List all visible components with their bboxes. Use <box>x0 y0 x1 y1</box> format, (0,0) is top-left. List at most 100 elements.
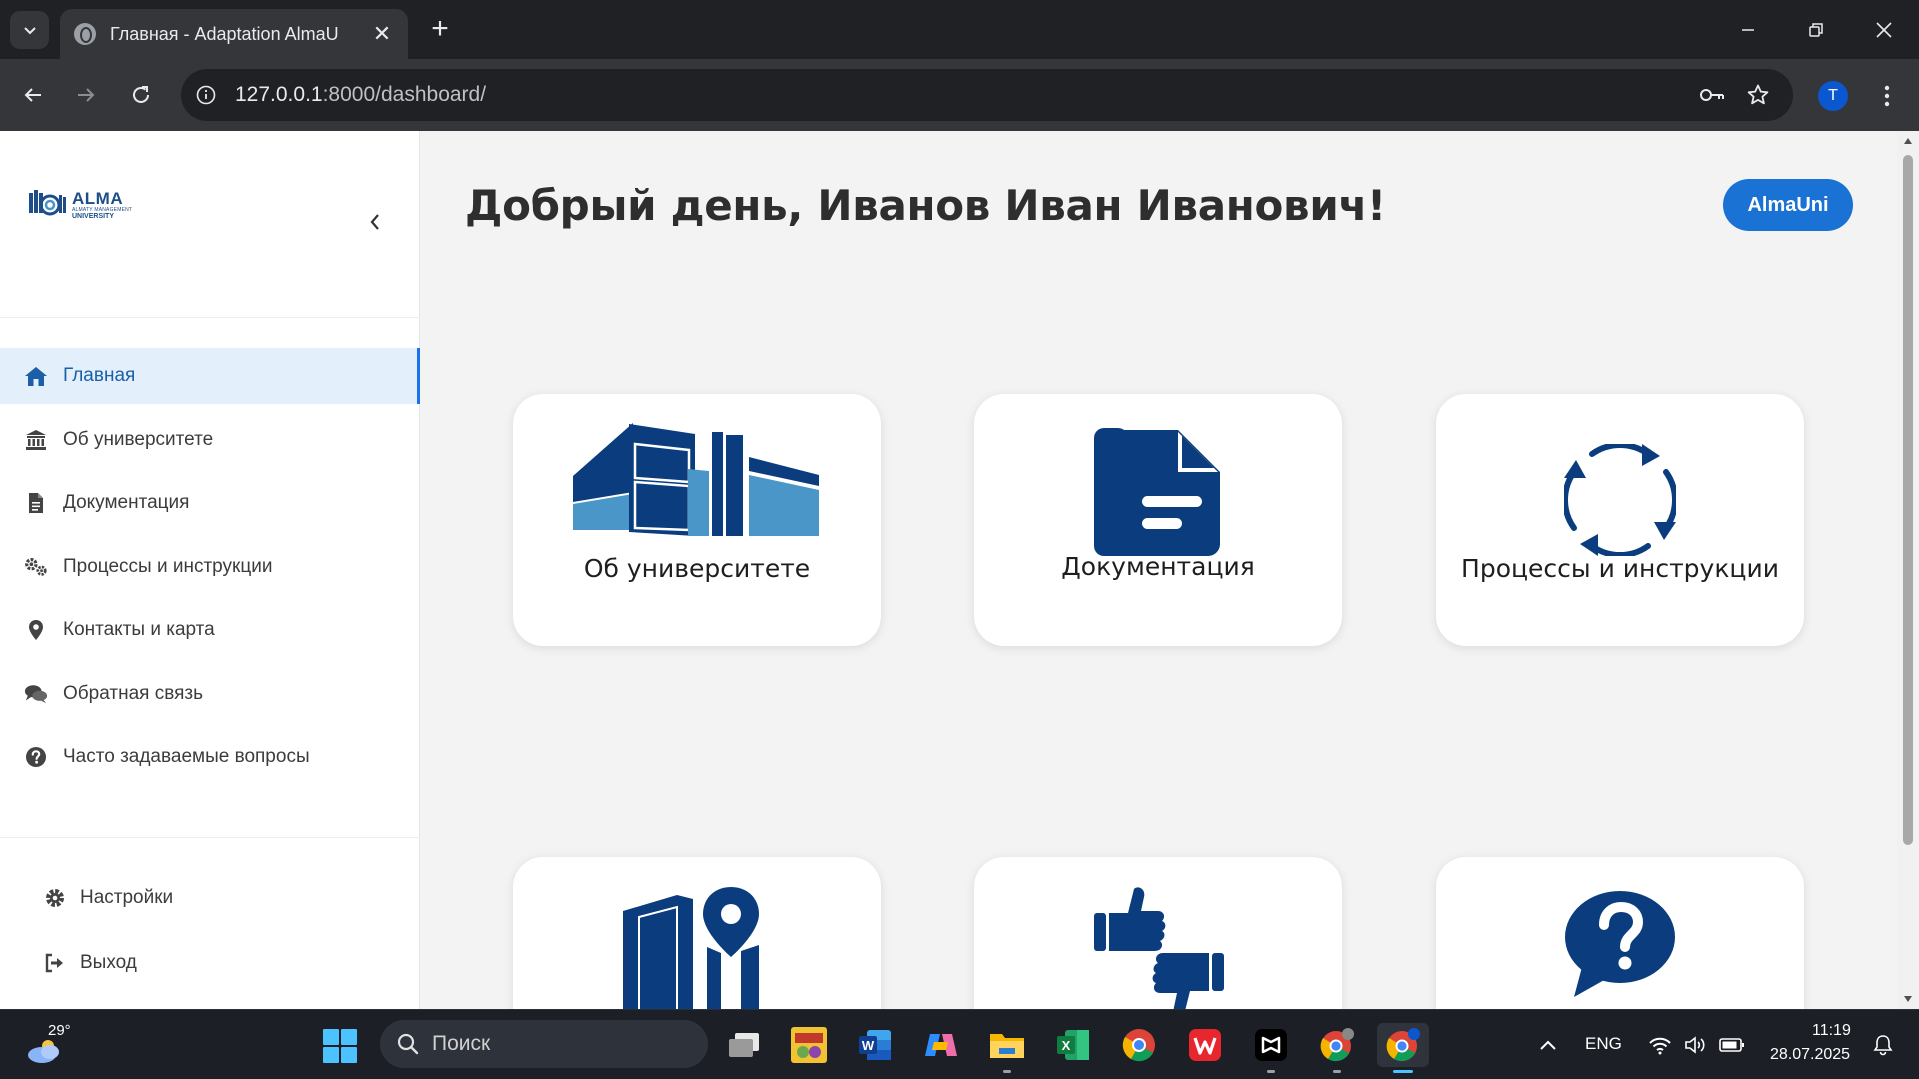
scroll-up-arrow-icon[interactable] <box>1902 135 1914 147</box>
taskbar-search[interactable]: Поиск <box>380 1020 708 1068</box>
chevron-left-icon <box>370 214 379 230</box>
new-tab-button[interactable]: + <box>422 12 458 48</box>
arrow-left-icon <box>24 88 41 102</box>
password-key-icon[interactable] <box>1689 72 1735 118</box>
browser-tab[interactable]: Главная - Adaptation AlmaU ✕ <box>60 9 408 59</box>
battery-icon[interactable] <box>1719 1032 1745 1058</box>
restore-icon <box>1809 23 1823 37</box>
bookmark-star-icon[interactable] <box>1735 72 1781 118</box>
sidebar-item-feedback[interactable]: Обратная связь <box>0 666 420 722</box>
file-icon <box>24 491 48 515</box>
settings-link[interactable]: Настройки <box>0 865 420 930</box>
clock-time[interactable]: 11:19 <box>1812 1022 1851 1040</box>
browser-toolbar: 127.0.0.1:8000/dashboard/ T <box>0 59 1919 131</box>
weather-widget[interactable]: 29° <box>22 1022 82 1068</box>
capcut-icon <box>1255 1029 1287 1061</box>
notification-icon[interactable] <box>1870 1032 1896 1058</box>
sidebar-item-label: Документация <box>63 492 190 513</box>
show-hidden-icons-button[interactable] <box>1535 1032 1561 1058</box>
site-info-icon[interactable] <box>185 74 227 116</box>
sidebar-item-contacts[interactable]: Контакты и карта <box>0 602 420 658</box>
card-feedback[interactable] <box>974 857 1342 1009</box>
card-label: Документация <box>1061 552 1255 581</box>
address-bar[interactable]: 127.0.0.1:8000/dashboard/ <box>181 69 1793 121</box>
back-button[interactable] <box>12 74 54 116</box>
question-circle-icon <box>24 745 48 769</box>
sidebar-divider <box>0 317 420 318</box>
taskbar-app-chrome-profile-2[interactable] <box>1377 1023 1429 1073</box>
windows-taskbar: 29° Поиск W X ENG 11:19 28.07.2025 <box>0 1009 1919 1079</box>
profile-avatar[interactable]: T <box>1818 81 1848 111</box>
building-icon <box>573 423 819 536</box>
browser-tab-bar: Главная - Adaptation AlmaU ✕ + <box>0 0 1919 59</box>
game-app-icon <box>791 1027 827 1063</box>
running-indicator <box>1267 1070 1275 1073</box>
task-view-button[interactable] <box>722 1023 766 1067</box>
logo-text: ALMA ALMATY MANAGEMENT UNIVERSITY <box>72 188 133 220</box>
taskbar-app-game[interactable] <box>787 1023 831 1067</box>
browser-menu-icon[interactable] <box>1872 76 1902 116</box>
greeting-heading: Добрый день, Иванов Иван Иванович! <box>465 181 1386 230</box>
sidebar-item-label: Обратная связь <box>63 682 203 704</box>
taskbar-app-file-explorer[interactable] <box>985 1023 1029 1073</box>
settings-label: Настройки <box>80 886 174 908</box>
clock-date[interactable]: 28.07.2025 <box>1770 1046 1850 1064</box>
sign-out-icon <box>44 952 66 974</box>
taskbar-app-chrome-profile-1[interactable] <box>1315 1023 1359 1073</box>
cogs-icon <box>24 555 48 579</box>
minimize-button[interactable] <box>1720 8 1776 52</box>
scroll-thumb[interactable] <box>1903 155 1913 845</box>
taskbar-app-excel[interactable]: X <box>1051 1023 1095 1067</box>
input-language[interactable]: ENG <box>1585 1034 1622 1054</box>
taskbar-search-placeholder: Поиск <box>432 1032 491 1055</box>
sidebar-item-faq[interactable]: Часто задаваемые вопросы <box>0 729 420 785</box>
taskbar-app-capcut[interactable] <box>1249 1023 1293 1073</box>
document-icon <box>1094 428 1220 556</box>
volume-icon[interactable] <box>1683 1032 1709 1058</box>
running-indicator <box>1003 1070 1011 1073</box>
wifi-icon[interactable] <box>1647 1032 1673 1058</box>
taskbar-app-word[interactable]: W <box>853 1023 897 1067</box>
start-button[interactable] <box>322 1028 358 1064</box>
sidebar-item-about[interactable]: Об университете <box>0 412 420 468</box>
tab-search-button[interactable] <box>10 11 49 49</box>
arrow-right-icon <box>78 88 95 102</box>
restore-button[interactable] <box>1788 8 1844 52</box>
map-door-icon <box>623 887 759 1009</box>
close-tab-icon[interactable]: ✕ <box>370 21 394 47</box>
card-documentation[interactable]: Документация <box>974 394 1342 646</box>
page-scrollbar[interactable] <box>1897 131 1919 1009</box>
forward-button[interactable] <box>65 74 107 116</box>
taskbar-app-wps[interactable] <box>1183 1023 1227 1067</box>
word-icon: W <box>859 1030 891 1060</box>
card-about-university[interactable]: Об университете <box>513 394 881 646</box>
almauni-button[interactable]: AlmaUni <box>1723 179 1853 231</box>
almau-logo-mark <box>29 190 66 216</box>
card-label: Процессы и инструкции <box>1461 554 1779 583</box>
question-bubble-icon <box>1565 891 1675 997</box>
logout-link[interactable]: Выход <box>0 930 420 995</box>
sidebar: ALMA ALMATY MANAGEMENT UNIVERSITY Главна… <box>0 131 420 1009</box>
sidebar-item-documentation[interactable]: Документация <box>0 475 420 531</box>
sidebar-item-home[interactable]: Главная <box>0 348 420 404</box>
card-processes[interactable]: Процессы и инструкции <box>1436 394 1804 646</box>
sidebar-item-processes[interactable]: Процессы и инструкции <box>0 539 420 595</box>
sidebar-item-label: Об университете <box>63 428 214 450</box>
reload-button[interactable] <box>120 74 162 116</box>
taskbar-app-chrome[interactable] <box>1117 1023 1161 1067</box>
close-window-button[interactable] <box>1856 8 1912 52</box>
folder-icon <box>990 1034 1024 1058</box>
wps-office-icon <box>1189 1029 1221 1061</box>
sidebar-bottom-nav: Настройки Выход <box>0 865 420 995</box>
scroll-down-arrow-icon[interactable] <box>1902 993 1914 1005</box>
chrome-profile-icon <box>1320 1028 1354 1062</box>
sidebar-item-label: Главная <box>63 365 136 386</box>
collapse-sidebar-button[interactable] <box>360 207 390 237</box>
almau-logo[interactable]: ALMA ALMATY MANAGEMENT UNIVERSITY <box>28 187 132 223</box>
taskbar-app-copilot[interactable] <box>919 1023 963 1067</box>
tab-title: Главная - Adaptation AlmaU <box>110 23 339 44</box>
sidebar-nav: Главная Об университете Документация Про… <box>0 348 420 793</box>
card-contacts-map[interactable] <box>513 857 881 1009</box>
main-content: Добрый день, Иванов Иван Иванович! AlmaU… <box>421 131 1897 1009</box>
card-faq[interactable] <box>1436 857 1804 1009</box>
